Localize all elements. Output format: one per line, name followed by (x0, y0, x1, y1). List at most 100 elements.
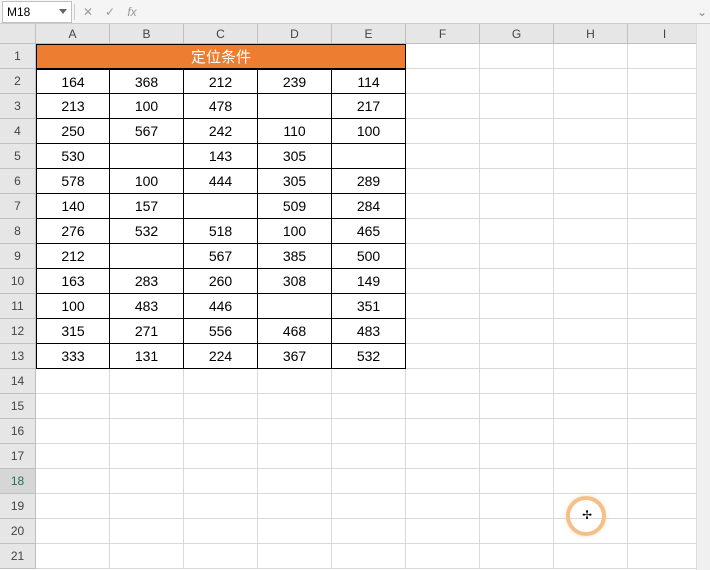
row-header[interactable]: 2 (0, 69, 36, 94)
cell[interactable] (184, 469, 258, 494)
cell[interactable]: 578 (36, 169, 110, 194)
cell[interactable]: 271 (110, 319, 184, 344)
cell[interactable] (184, 194, 258, 219)
cell[interactable] (332, 544, 406, 569)
row-header[interactable]: 6 (0, 169, 36, 194)
cell[interactable] (480, 419, 554, 444)
cell[interactable] (554, 194, 628, 219)
cell[interactable] (554, 69, 628, 94)
cell[interactable] (110, 519, 184, 544)
cell[interactable]: 351 (332, 294, 406, 319)
cell[interactable]: 530 (36, 144, 110, 169)
cell[interactable] (184, 419, 258, 444)
cell[interactable] (554, 219, 628, 244)
row-header[interactable]: 16 (0, 419, 36, 444)
cell[interactable] (480, 119, 554, 144)
cell[interactable]: 532 (332, 344, 406, 369)
cell[interactable]: 465 (332, 219, 406, 244)
cell[interactable]: 114 (332, 69, 406, 94)
confirm-formula-button[interactable]: ✓ (99, 1, 121, 23)
cell[interactable] (36, 544, 110, 569)
cell[interactable]: 368 (110, 69, 184, 94)
column-header-B[interactable]: B (110, 24, 184, 44)
cell[interactable]: 289 (332, 169, 406, 194)
row-header[interactable]: 3 (0, 94, 36, 119)
cell[interactable] (480, 444, 554, 469)
cell[interactable]: 250 (36, 119, 110, 144)
cell[interactable] (110, 244, 184, 269)
cell[interactable] (480, 494, 554, 519)
cell[interactable] (184, 369, 258, 394)
cell[interactable] (628, 169, 702, 194)
cell[interactable]: 100 (36, 294, 110, 319)
cell[interactable] (554, 544, 628, 569)
column-header-A[interactable]: A (36, 24, 110, 44)
cell[interactable]: 305 (258, 169, 332, 194)
cell[interactable] (554, 44, 628, 69)
cell[interactable] (480, 369, 554, 394)
cell[interactable]: 483 (110, 294, 184, 319)
cell[interactable]: 509 (258, 194, 332, 219)
cell[interactable] (184, 519, 258, 544)
cell[interactable] (184, 394, 258, 419)
row-header[interactable]: 14 (0, 369, 36, 394)
cell[interactable]: 483 (332, 319, 406, 344)
column-header-C[interactable]: C (184, 24, 258, 44)
cell[interactable] (480, 194, 554, 219)
cell[interactable] (258, 544, 332, 569)
cell[interactable] (554, 294, 628, 319)
cell[interactable] (258, 294, 332, 319)
cell[interactable] (480, 519, 554, 544)
formula-input[interactable] (143, 1, 694, 23)
cell[interactable] (628, 544, 702, 569)
cell[interactable] (184, 544, 258, 569)
cell[interactable]: 567 (110, 119, 184, 144)
cell[interactable] (110, 544, 184, 569)
cell[interactable] (628, 119, 702, 144)
cell[interactable] (480, 319, 554, 344)
cell[interactable]: 367 (258, 344, 332, 369)
cell[interactable]: 224 (184, 344, 258, 369)
cell[interactable] (628, 419, 702, 444)
cell[interactable] (554, 144, 628, 169)
cell[interactable] (258, 494, 332, 519)
cell[interactable] (480, 244, 554, 269)
cell[interactable]: 212 (36, 244, 110, 269)
cell[interactable] (628, 519, 702, 544)
cell[interactable] (480, 69, 554, 94)
cell[interactable] (406, 544, 480, 569)
cell[interactable] (406, 194, 480, 219)
cell[interactable] (406, 219, 480, 244)
cell[interactable] (554, 394, 628, 419)
cell[interactable] (332, 519, 406, 544)
row-header[interactable]: 21 (0, 544, 36, 569)
cell[interactable] (110, 494, 184, 519)
cell[interactable] (480, 544, 554, 569)
cell[interactable] (554, 419, 628, 444)
cell[interactable] (36, 394, 110, 419)
row-header[interactable]: 13 (0, 344, 36, 369)
cell[interactable] (36, 519, 110, 544)
cell[interactable] (36, 419, 110, 444)
cell[interactable] (480, 94, 554, 119)
cell[interactable] (36, 494, 110, 519)
cell[interactable] (480, 169, 554, 194)
row-header[interactable]: 1 (0, 44, 36, 69)
cell[interactable] (406, 244, 480, 269)
cell[interactable]: 110 (258, 119, 332, 144)
cell[interactable]: 500 (332, 244, 406, 269)
cell[interactable]: 333 (36, 344, 110, 369)
cell[interactable] (628, 369, 702, 394)
row-header[interactable]: 7 (0, 194, 36, 219)
cell[interactable] (628, 144, 702, 169)
cell[interactable] (628, 344, 702, 369)
row-header[interactable]: 15 (0, 394, 36, 419)
cell[interactable] (36, 469, 110, 494)
column-header-F[interactable]: F (406, 24, 480, 44)
cell[interactable] (480, 269, 554, 294)
column-header-I[interactable]: I (628, 24, 702, 44)
cell[interactable]: 242 (184, 119, 258, 144)
column-header-D[interactable]: D (258, 24, 332, 44)
cell[interactable]: 308 (258, 269, 332, 294)
cell[interactable] (258, 444, 332, 469)
